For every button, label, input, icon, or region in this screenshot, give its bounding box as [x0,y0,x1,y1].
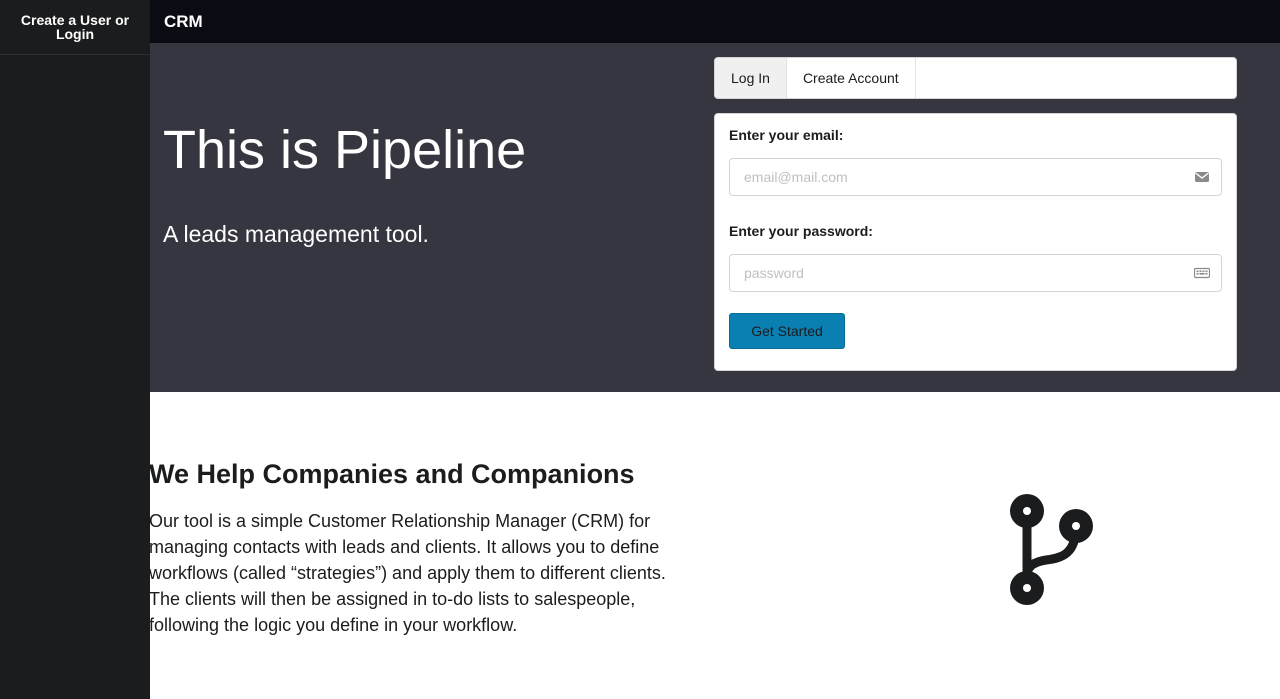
envelope-icon [1195,172,1209,182]
keyboard-icon [1194,267,1210,279]
email-label: Enter your email: [729,127,844,143]
hero: This is Pipeline A leads management tool… [150,43,1280,392]
code-branch-icon [1010,494,1093,605]
sidebar: Create a User or Login [0,0,150,699]
section-title: We Help Companies and Companions [149,459,635,489]
hero-subtitle: A leads management tool. [163,221,429,247]
password-label: Enter your password: [729,223,873,239]
email-field[interactable] [730,159,1221,195]
password-field-wrapper [729,254,1222,292]
password-field[interactable] [730,255,1221,291]
app-root: Create a User or Login CRM This is Pipel… [0,0,1280,699]
email-field-wrapper [729,158,1222,196]
sidebar-item-create-user-or-login[interactable]: Create a User or Login [0,0,150,55]
tab-create-account[interactable]: Create Account [787,58,916,98]
top-bar: CRM [150,0,1280,43]
section-body: Our tool is a simple Customer Relationsh… [149,511,666,635]
hero-title: This is Pipeline [163,120,527,180]
brand-title[interactable]: CRM [164,12,203,32]
login-form: Enter your email: Enter your password: [714,113,1237,371]
auth-tabs: Log In Create Account [714,57,1237,99]
get-started-button[interactable]: Get Started [729,313,845,349]
tab-log-in[interactable]: Log In [715,58,787,98]
